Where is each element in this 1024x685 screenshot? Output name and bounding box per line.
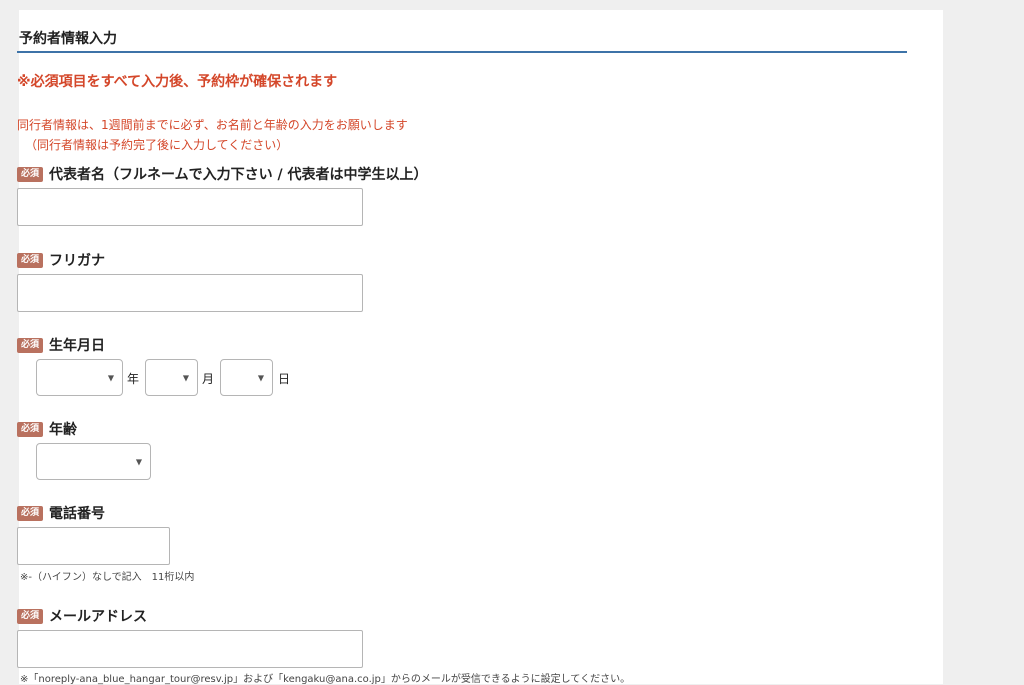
email-label: メールアドレス bbox=[49, 609, 148, 625]
age-label: 年齢 bbox=[49, 422, 78, 438]
birthdate-label-row: 必須 生年月日 bbox=[17, 335, 105, 355]
required-badge: 必須 bbox=[17, 421, 44, 437]
required-badge: 必須 bbox=[17, 505, 44, 521]
chevron-down-icon: ▼ bbox=[182, 373, 189, 382]
furigana-label: フリガナ bbox=[49, 253, 106, 269]
phone-label-row: 必須 電話番号 bbox=[17, 503, 105, 523]
required-badge: 必須 bbox=[17, 252, 44, 268]
email-input[interactable] bbox=[17, 630, 363, 668]
name-input[interactable] bbox=[17, 188, 363, 226]
birth-month-select[interactable]: ▼ bbox=[145, 359, 198, 396]
phone-label: 電話番号 bbox=[49, 506, 106, 522]
birth-year-select[interactable]: ▼ bbox=[36, 359, 123, 396]
phone-input[interactable] bbox=[17, 527, 170, 565]
year-unit: 年 bbox=[127, 372, 140, 386]
required-badge: 必須 bbox=[17, 608, 44, 624]
phone-hint: ※-（ハイフン）なしで記入 11桁以内 bbox=[20, 572, 195, 583]
chevron-down-icon: ▼ bbox=[257, 373, 264, 382]
email-hint: ※「noreply-ana_blue_hangar_tour@resv.jp」お… bbox=[20, 674, 631, 685]
furigana-label-row: 必須 フリガナ bbox=[17, 250, 105, 270]
section-divider bbox=[17, 51, 907, 53]
chevron-down-icon: ▼ bbox=[107, 373, 114, 382]
section-title: 予約者情報入力 bbox=[19, 31, 117, 47]
required-badge: 必須 bbox=[17, 166, 44, 182]
companion-note: 同行者情報は、1週間前までに必ず、お名前と年齢の入力をお願いします bbox=[17, 118, 408, 132]
age-select[interactable]: ▼ bbox=[36, 443, 151, 480]
month-unit: 月 bbox=[202, 372, 215, 386]
birth-day-select[interactable]: ▼ bbox=[220, 359, 273, 396]
email-label-row: 必須 メールアドレス bbox=[17, 606, 147, 626]
birthdate-label: 生年月日 bbox=[49, 338, 106, 354]
name-label-row: 必須 代表者名（フルネームで入力下さい / 代表者は中学生以上） bbox=[17, 164, 427, 184]
furigana-input[interactable] bbox=[17, 274, 363, 312]
required-notice: ※必須項目をすべて入力後、予約枠が確保されます bbox=[17, 74, 338, 90]
companion-note-sub: （同行者情報は予約完了後に入力してください） bbox=[25, 138, 289, 152]
name-label: 代表者名（フルネームで入力下さい / 代表者は中学生以上） bbox=[49, 167, 428, 183]
required-badge: 必須 bbox=[17, 337, 44, 353]
day-unit: 日 bbox=[278, 372, 291, 386]
age-label-row: 必須 年齢 bbox=[17, 419, 77, 439]
chevron-down-icon: ▼ bbox=[135, 457, 142, 466]
